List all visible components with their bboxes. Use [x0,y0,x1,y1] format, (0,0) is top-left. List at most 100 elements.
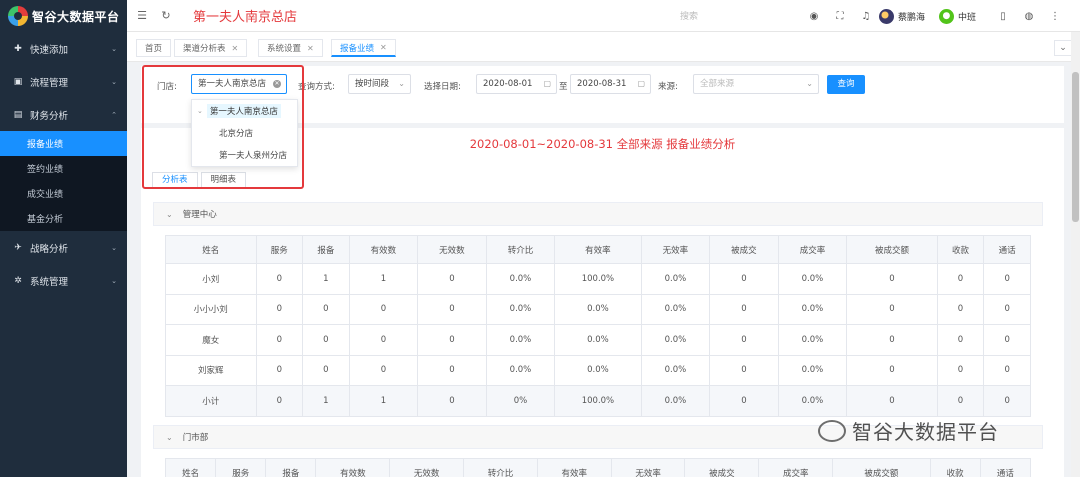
table-cell: 0 [255,354,304,386]
sidebar-item-0[interactable]: ✈ 战略分析 ⌄ [0,231,127,264]
submenu-item-3[interactable]: 基金分析 [0,206,127,231]
globe-icon[interactable]: ◍ [1016,11,1042,22]
source-select[interactable]: 全部来源 ⌄ [693,74,819,94]
table-cell: 0 [302,293,350,325]
chevron-down-icon: ⌄ [111,243,117,252]
table-cell: 0.0% [485,293,556,325]
highlight-box [142,65,304,189]
table-cell: 0 [348,324,419,356]
close-icon[interactable]: ✕ [307,44,314,53]
table-cell: 0 [936,263,985,295]
close-icon[interactable]: ✕ [232,44,239,53]
mobile-icon[interactable]: ▯ [990,11,1016,22]
search-input[interactable]: 搜索 [680,9,698,22]
table-cell: 0 [983,354,1031,386]
query-mode-select[interactable]: 按时间段 ⌄ [348,74,411,94]
table-cell: 小计 [165,385,257,417]
tab-settings[interactable]: 系统设置 ✕ [258,39,323,57]
column-header: 姓名 [165,235,257,264]
user-menu[interactable]: 蔡鹏海 [878,8,925,24]
tab-report[interactable]: 报备业绩 ✕ [331,39,396,57]
table-cell: 0 [255,385,304,417]
wechat-icon [818,419,846,442]
bell-icon[interactable]: ♫ [853,11,879,22]
tab-home[interactable]: 首页 [136,39,172,57]
submenu-item-2[interactable]: 成交业绩 [0,181,127,206]
table-cell: 0.0% [777,324,848,356]
query-mode-value: 按时间段 [355,79,390,89]
gear-icon: ✲ [14,275,22,286]
column-header: 转介比 [485,235,556,264]
menu-toggle-icon[interactable]: ☰ [133,9,151,22]
table-cell: 0 [983,293,1031,325]
table-header-row: 姓名 服务 报备 有效数 无效数 转介比 有效率 无效率 被成交 成交率 被成交额 收款 通话 [165,235,1031,264]
source-label: 来源: [658,82,678,92]
table-cell: 0 [846,385,938,417]
column-header: 有效率 [554,235,642,264]
date-label: 选择日期: [424,82,461,92]
tab-label: 系统设置 [267,44,302,54]
fullscreen-icon[interactable]: ⛶ [827,11,853,22]
top-header: ☰ ↻ 第一夫人南京总店 搜索 ◉ ⛶ ♫ 蔡鹏海 ● 中班 ▯ ◍ ⋮ [127,0,1080,32]
user-name: 蔡鹏海 [897,12,925,23]
refresh-icon[interactable]: ↻ [157,9,175,22]
table-cell: 0.0% [554,293,642,325]
query-button[interactable]: 查询 [827,75,865,94]
close-icon[interactable]: ✕ [380,43,387,52]
table-cell: 0.0% [485,354,556,386]
submenu-item-0[interactable]: 报备业绩 [0,131,127,156]
table-cell: 0.0% [777,263,848,295]
table-cell: 1 [348,263,419,295]
tab-label: 首页 [145,44,163,54]
tab-channel[interactable]: 渠道分析表 ✕ [174,39,248,57]
table-cell: 0.0% [640,385,711,417]
scrollbar-thumb[interactable] [1072,72,1079,222]
calendar-icon: ▢ [637,79,645,88]
table-cell: 小刘 [165,263,257,295]
sidebar-item-label: 系统管理 [30,276,69,288]
chevron-down-icon: ⌄ [398,79,405,88]
chevron-down-icon: ⌄ [806,79,813,88]
column-header: 有效数 [348,235,419,264]
sidebar-item-2[interactable]: ▤ 财务分析 ⌃ [0,98,127,131]
shift-name: 中班 [957,12,976,23]
table-cell: 0 [417,385,487,417]
target-icon[interactable]: ◉ [801,11,827,22]
date-to-input[interactable]: 2020-08-31 ▢ [570,74,651,94]
table-cell: 0 [709,324,779,356]
shift-menu[interactable]: ● 中班 [938,8,976,24]
table-cell: 100.0% [554,263,642,295]
table-cell: 0.0% [485,263,556,295]
scrollbar[interactable] [1071,32,1080,477]
chart-icon: ▤ [13,109,23,120]
table-cell: 0.0% [640,354,711,386]
table-cell: 0 [846,263,938,295]
column-header: 服务 [215,458,267,477]
column-header: 无效率 [610,458,686,477]
date-from-input[interactable]: 2020-08-01 ▢ [476,74,557,94]
table-cell: 0 [983,385,1031,417]
table-header-row: 姓名 服务 报备 有效数 无效数 转介比 有效率 无效率 被成交 成交率 被成交额 收款 通话 [164,458,1032,477]
tab-label: 渠道分析表 [183,44,226,54]
table-cell: 0 [417,263,487,295]
chevron-down-icon[interactable]: ⌄ [1054,40,1072,56]
column-header: 成交率 [758,458,834,477]
sidebar-item-1[interactable]: ▣ 流程管理 ⌄ [0,65,127,98]
table-cell: 0 [255,263,304,295]
chevron-down-icon: ⌄ [166,209,173,219]
table-cell: 0 [417,293,487,325]
submenu-item-1[interactable]: 签约业绩 [0,156,127,181]
column-header: 被成交额 [832,458,931,477]
calendar-icon: ▢ [543,79,551,88]
sidebar-item-0[interactable]: ✚ 快速添加 ⌄ [0,32,127,65]
column-header: 被成交 [709,235,779,264]
sidebar-item-1[interactable]: ✲ 系统管理 ⌄ [0,264,127,297]
section-header[interactable]: ⌄ 管理中心 [153,202,1043,226]
source-placeholder: 全部来源 [700,79,735,89]
table-cell: 0 [348,354,419,386]
report-table: 姓名 服务 报备 有效数 无效数 转介比 有效率 无效率 被成交 成交率 被成交额 收款 通话 [164,458,1032,477]
table-cell: 0 [348,293,419,325]
avatar [878,8,894,24]
more-icon[interactable]: ⋮ [1042,11,1068,22]
table-cell: 0.0% [554,354,642,386]
